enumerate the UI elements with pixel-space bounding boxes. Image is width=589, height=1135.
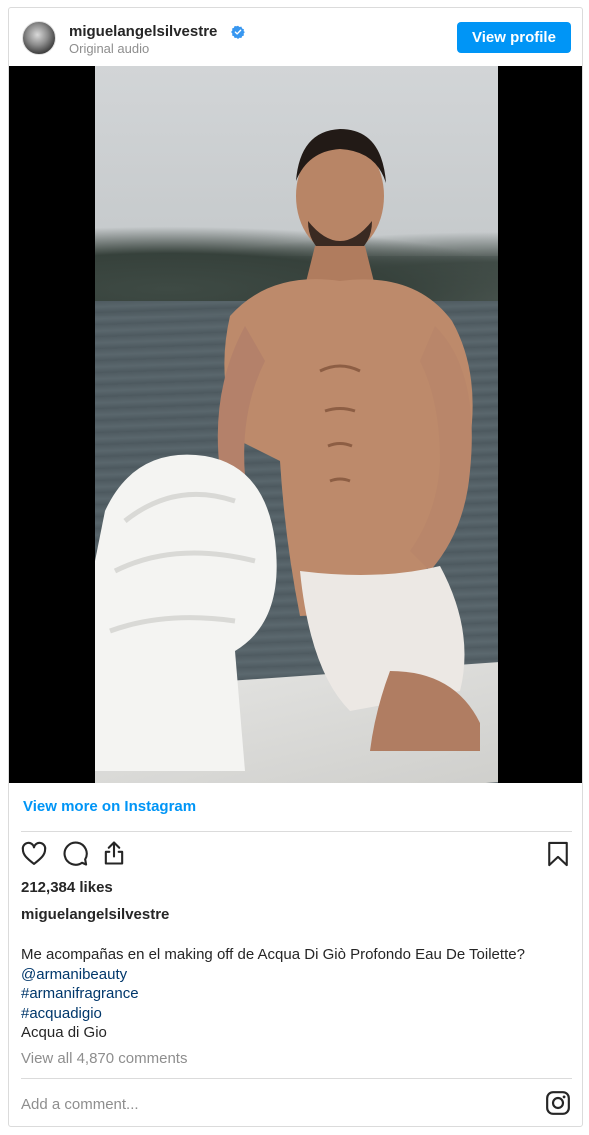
post-photo[interactable]	[95, 66, 498, 783]
caption: Me acompañas en el making off de Acqua D…	[21, 945, 576, 1043]
instagram-icon[interactable]	[545, 1090, 571, 1116]
verified-badge-icon	[231, 25, 245, 39]
view-all-comments-link[interactable]: View all 4,870 comments	[21, 1050, 187, 1067]
caption-author[interactable]: miguelangelsilvestre	[21, 906, 169, 923]
post-media[interactable]	[9, 66, 582, 783]
divider	[21, 831, 572, 832]
view-more-on-instagram-link[interactable]: View more on Instagram	[23, 798, 196, 815]
caption-footer: Acqua di Gio	[21, 1024, 107, 1041]
tag-link[interactable]: #armanifragrance	[21, 984, 576, 1004]
action-bar	[9, 838, 582, 872]
tag-link[interactable]: #acquadigio	[21, 1004, 576, 1024]
post-header: miguelangelsilvestre Original audio View…	[9, 8, 582, 66]
audio-label[interactable]: Original audio	[69, 41, 149, 56]
view-profile-button[interactable]: View profile	[457, 22, 571, 53]
caption-text: Me acompañas en el making off de Acqua D…	[21, 946, 525, 963]
share-icon[interactable]	[100, 839, 128, 867]
tag-link[interactable]: @armanibeauty	[21, 965, 576, 985]
divider	[21, 1078, 572, 1079]
header-username[interactable]: miguelangelsilvestre	[69, 23, 217, 40]
bookmark-icon[interactable]	[544, 840, 572, 868]
instagram-embed-card: miguelangelsilvestre Original audio View…	[8, 7, 583, 1127]
comment-icon[interactable]	[61, 840, 89, 868]
photo-towel	[95, 454, 277, 771]
avatar[interactable]	[22, 21, 56, 55]
heart-icon[interactable]	[20, 840, 48, 868]
add-comment-input[interactable]	[21, 1093, 521, 1115]
likes-count[interactable]: 212,384 likes	[21, 879, 113, 896]
